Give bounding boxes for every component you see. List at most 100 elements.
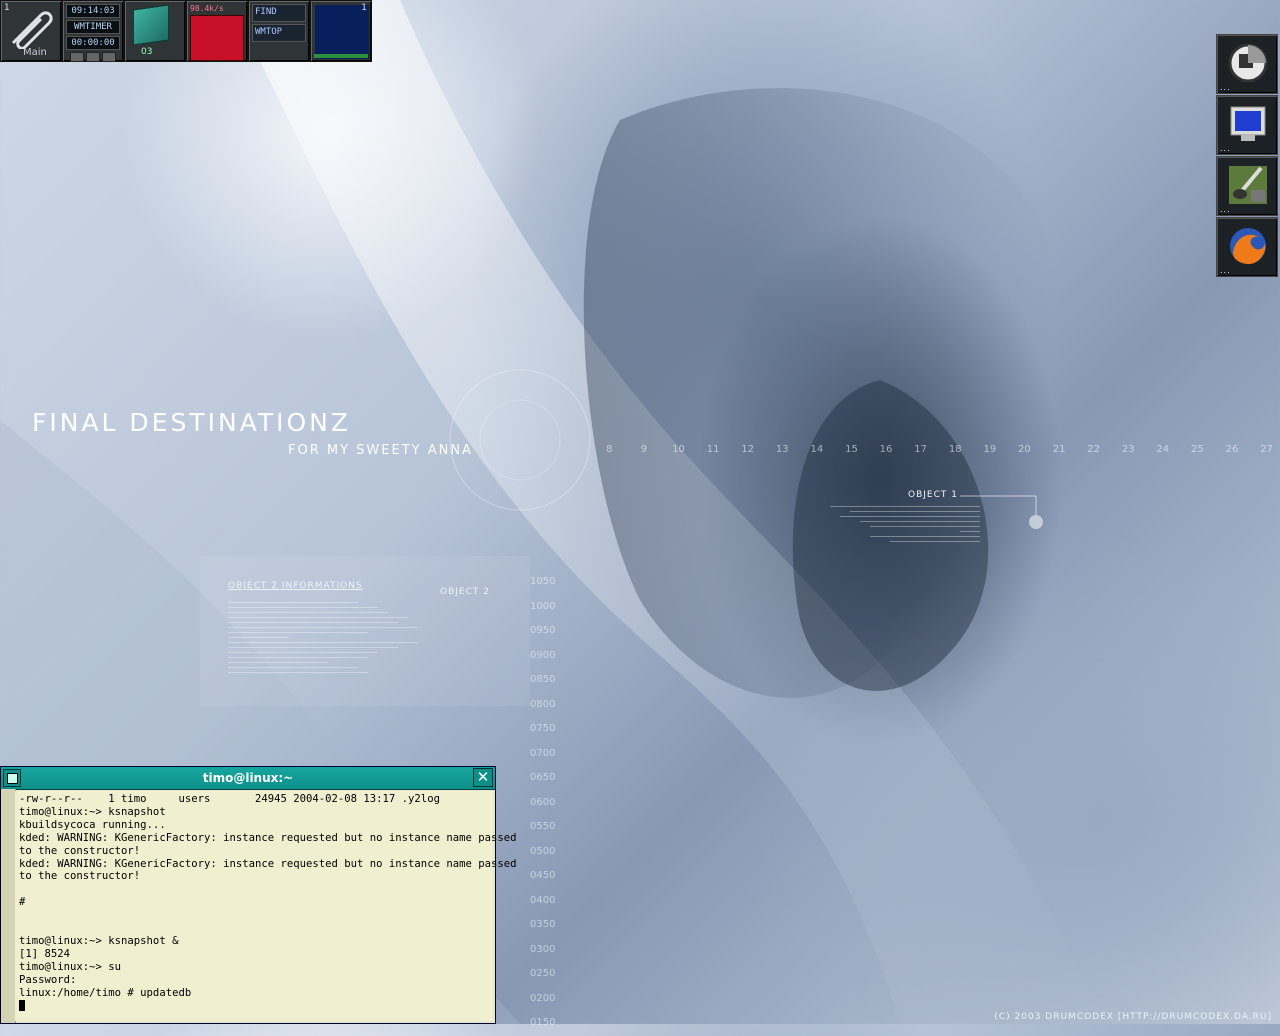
ruler-tick: 20 [1018,444,1031,455]
ruler-tick: 18 [948,444,962,455]
ruler-ticks: 8 9 10 11 12 13 14 15 16 17 18 19 20 21 22 23 24 25 26 27 [592,444,1280,455]
terminal-scrollbar[interactable] [1,789,16,1023]
vertical-tick: 0150 [530,1017,556,1028]
timer-counter: 00:00:00 [66,36,120,50]
wallpaper-title: FINAL DESTINATIONZ [32,408,352,437]
dock-apps: 1 Main 09:14:03 WMTIMER 00:00:00 03 98.4… [0,0,372,64]
vertical-tick: 0750 [530,723,556,734]
main-label: Main [23,47,47,58]
launcher-dock: ... ... ... ... [1216,34,1280,278]
firefox-icon [1230,228,1266,265]
cube-icon [133,4,169,46]
ruler-tick: 11 [706,444,720,455]
terminal-line: timo@linux:~> ksnapshot & [19,934,179,947]
vertical-ruler-ticks: 1050 1000 0950 0900 0850 0800 0750 0700 0650 0600… [530,570,555,1036]
terminal-line: kbuildsycoca running... [19,818,166,831]
net-graph [190,15,244,61]
ruler-tick: 19 [983,444,997,455]
ruler-tick: 22 [1087,444,1100,455]
terminal-output[interactable]: -rw-r--r-- 1 timo users 24945 2004-02-08… [15,791,517,1021]
vertical-tick: 0250 [530,968,556,979]
vertical-tick: 0550 [530,821,556,832]
ruler-tick: 16 [879,444,893,455]
cursor [19,999,25,1011]
ruler-tick: 27 [1260,444,1273,455]
timer-pause-icon[interactable] [86,52,100,62]
terminal-titlebar[interactable]: timo@linux:~ ✕ [1,767,495,790]
dockapp-main[interactable]: 1 Main [0,0,62,62]
vertical-tick: 0500 [530,845,556,857]
launcher-dots: ... [1220,144,1231,153]
launcher-firefox[interactable]: ... [1216,217,1278,277]
timer-name: WMTIMER [66,20,120,34]
vertical-tick: 1000 [530,600,556,612]
wallpaper-copyright: (C) 2003 DRUMCODEX [HTTP://DRUMCODEX.DA.… [994,1012,1272,1022]
kde-logo-icon [1228,43,1268,83]
object2-info-label: OBJECT 2 INFORMATIONS [228,581,363,591]
vertical-tick: 0300 [530,943,556,955]
dockapp-pager[interactable]: 1 [310,0,372,62]
paperclip-icon [11,11,53,49]
object2-text-lines [228,602,428,677]
vertical-tick: 0600 [530,796,556,808]
vertical-tick: 0850 [530,674,556,685]
pager-bar [314,54,368,58]
vertical-tick: 0200 [530,992,556,1004]
net-rate: 98.4k/s [190,4,224,13]
paint-brush-icon [1229,166,1267,204]
wmtop-label[interactable]: WMTOP [252,24,306,42]
vertical-tick: 0900 [530,649,556,661]
dockapp-wmtimer[interactable]: 09:14:03 WMTIMER 00:00:00 [62,0,124,62]
terminal-line: timo@linux:~> ksnapshot [19,805,166,818]
terminal-line: # [19,896,26,909]
pager-number: 1 [361,3,367,13]
object1-label: OBJECT 1 [908,490,958,500]
vertical-tick: 1050 [530,576,556,587]
terminal-window[interactable]: timo@linux:~ ✕ -rw-r--r-- 1 timo users 2… [0,766,517,1024]
monitor-icon [1230,106,1266,141]
terminal-line: [1] 8524 [19,947,71,960]
ruler-tick: 8 [606,444,613,455]
launcher-kde[interactable]: ... [1216,34,1278,94]
vertical-tick: 0350 [530,919,556,930]
dockapp-cube[interactable]: 03 [124,0,186,62]
terminal-line: timo@linux:~> su [19,960,122,973]
vertical-tick: 0450 [530,870,556,881]
ruler-tick: 14 [810,444,824,455]
dockapp-netmon[interactable]: 98.4k/s [186,0,248,62]
launcher-dots: ... [1220,205,1231,214]
ruler-tick: 12 [741,444,755,455]
vertical-tick: 0700 [530,747,556,759]
terminal-line: Password: [19,973,77,986]
launcher-display[interactable]: ... [1216,95,1278,155]
terminal-line: -rw-r--r-- 1 timo users 24945 2004-02-08… [19,793,440,805]
launcher-dots: ... [1220,266,1231,275]
ruler-tick: 13 [775,444,789,455]
timer-play-icon[interactable] [102,52,116,62]
cube-label: 03 [141,47,153,57]
terminal-title: timo@linux:~ [202,771,294,785]
dockapp-find[interactable]: FIND WMTOP [248,0,310,62]
terminal-line: kded: WARNING: KGenericFactory: instance… [19,831,517,844]
terminal-line: kded: WARNING: KGenericFactory: instance… [19,857,517,870]
timer-rewind-icon[interactable] [70,52,84,62]
ruler-tick: 15 [845,444,858,455]
vertical-tick: 0650 [530,772,556,783]
vertical-tick: 0400 [530,894,556,906]
wallpaper-subtitle: FOR MY SWEETY ANNA [288,443,473,458]
close-icon[interactable]: ✕ [473,768,493,787]
find-label[interactable]: FIND [252,4,306,22]
vertical-tick: 0950 [530,625,556,636]
ruler-tick: 9 [640,444,648,455]
launcher-graphics[interactable]: ... [1216,156,1278,216]
vertical-tick: 0800 [530,698,556,710]
object1-text-lines [830,506,980,546]
ruler-tick: 21 [1052,444,1066,455]
terminal-line: to the constructor! [19,870,141,883]
launcher-dots: ... [1220,83,1231,92]
ruler-tick: 24 [1156,444,1170,455]
timer-clock: 09:14:03 [66,4,120,18]
